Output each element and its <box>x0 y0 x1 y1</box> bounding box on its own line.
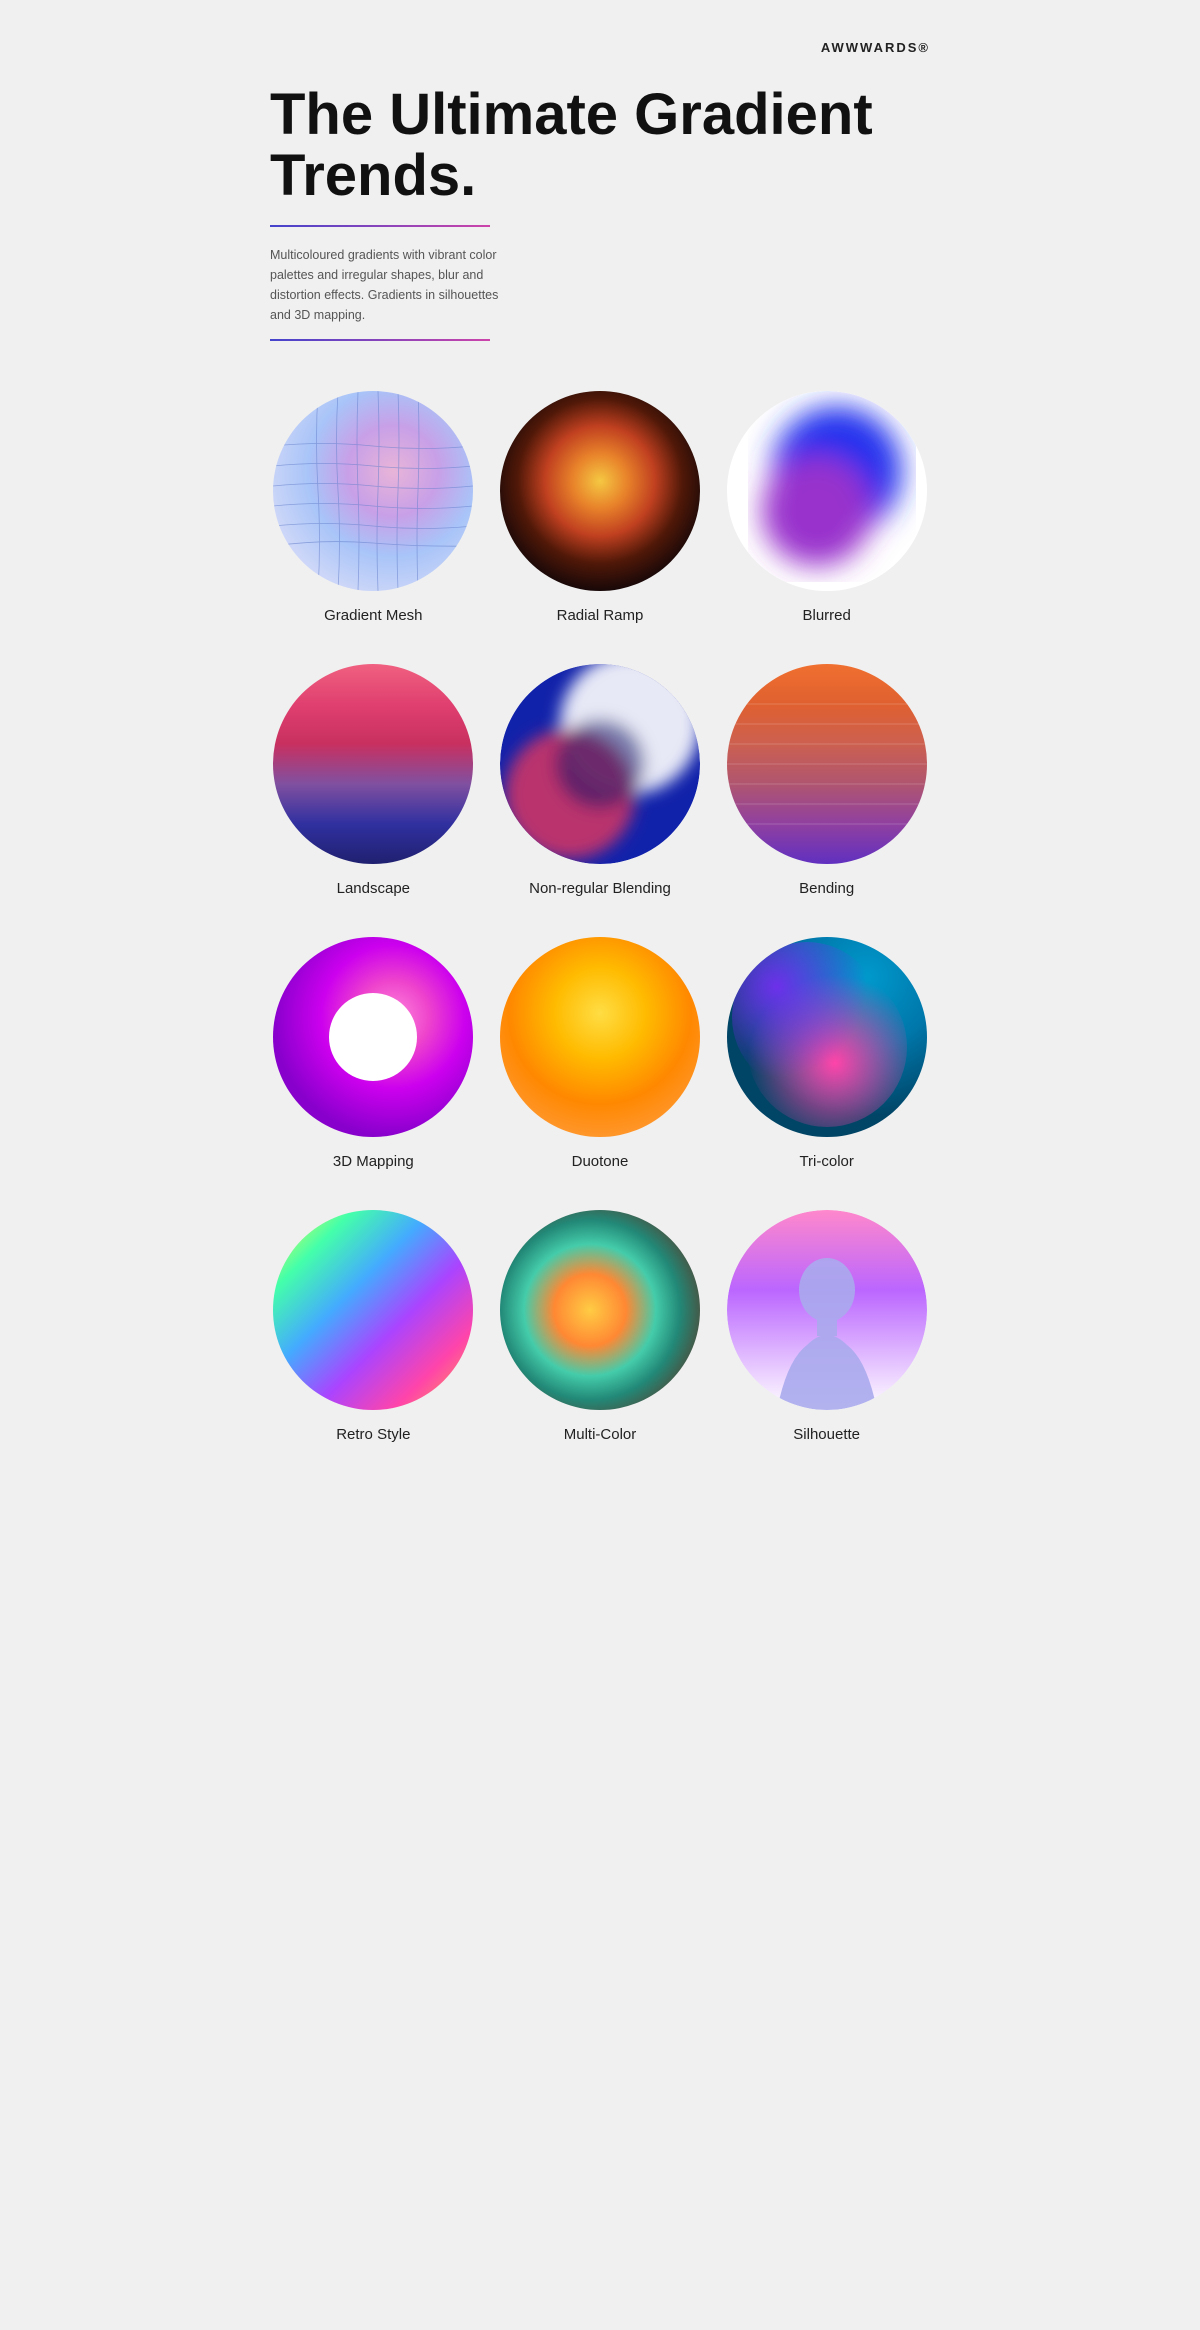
non-regular-preview <box>500 664 700 864</box>
gradient-grid: Gradient Mesh <box>270 391 930 1443</box>
grid-item-blurred: Blurred <box>723 391 930 624</box>
grid-item-gradient-mesh: Gradient Mesh <box>270 391 477 624</box>
silhouette-preview <box>727 1210 927 1410</box>
non-regular-svg <box>500 664 700 864</box>
bending-preview <box>727 664 927 864</box>
retro-style-svg <box>273 1210 473 1410</box>
non-regular-label: Non-regular Blending <box>529 880 671 897</box>
grid-item-multi-color: Multi-Color <box>497 1210 704 1443</box>
gradient-mesh-preview <box>273 391 473 591</box>
grid-item-silhouette: Silhouette <box>723 1210 930 1443</box>
grid-item-landscape: Landscape <box>270 664 477 897</box>
grid-item-tri-color: Tri-color <box>723 937 930 1170</box>
landscape-label: Landscape <box>337 880 410 897</box>
page-wrapper: AWWWARDS® The Ultimate Gradient Trends. … <box>210 0 990 2330</box>
silhouette-svg <box>727 1210 927 1410</box>
tri-color-label: Tri-color <box>799 1153 853 1170</box>
landscape-svg <box>273 664 473 864</box>
duotone-svg <box>500 937 700 1137</box>
blurred-label: Blurred <box>802 607 850 624</box>
title-divider <box>270 225 490 227</box>
duotone-preview <box>500 937 700 1137</box>
gradient-mesh-svg <box>273 391 473 591</box>
radial-ramp-svg <box>500 391 700 591</box>
grid-item-non-regular: Non-regular Blending <box>497 664 704 897</box>
multi-color-label: Multi-Color <box>564 1426 637 1443</box>
tri-color-svg <box>727 937 927 1137</box>
radial-ramp-label: Radial Ramp <box>557 607 644 624</box>
radial-ramp-preview <box>500 391 700 591</box>
blurred-preview <box>727 391 927 591</box>
retro-style-label: Retro Style <box>336 1426 410 1443</box>
3d-mapping-label: 3D Mapping <box>333 1153 414 1170</box>
grid-item-retro-style: Retro Style <box>270 1210 477 1443</box>
page-title: The Ultimate Gradient Trends. <box>270 85 930 207</box>
blurred-svg <box>727 391 927 591</box>
retro-style-preview <box>273 1210 473 1410</box>
multi-color-preview <box>500 1210 700 1410</box>
gradient-mesh-label: Gradient Mesh <box>324 607 422 624</box>
3d-mapping-preview <box>273 937 473 1137</box>
silhouette-label: Silhouette <box>793 1426 860 1443</box>
subtitle-divider <box>270 339 490 341</box>
grid-item-radial-ramp: Radial Ramp <box>497 391 704 624</box>
bending-svg <box>727 664 927 864</box>
grid-item-bending: Bending <box>723 664 930 897</box>
grid-item-duotone: Duotone <box>497 937 704 1170</box>
bending-label: Bending <box>799 880 854 897</box>
multi-color-svg <box>500 1210 700 1410</box>
logo: AWWWARDS® <box>270 40 930 55</box>
grid-item-3d-mapping: 3D Mapping <box>270 937 477 1170</box>
tri-color-preview <box>727 937 927 1137</box>
subtitle-text: Multicoloured gradients with vibrant col… <box>270 245 510 325</box>
landscape-preview <box>273 664 473 864</box>
duotone-label: Duotone <box>572 1153 629 1170</box>
3d-mapping-svg <box>273 937 473 1137</box>
